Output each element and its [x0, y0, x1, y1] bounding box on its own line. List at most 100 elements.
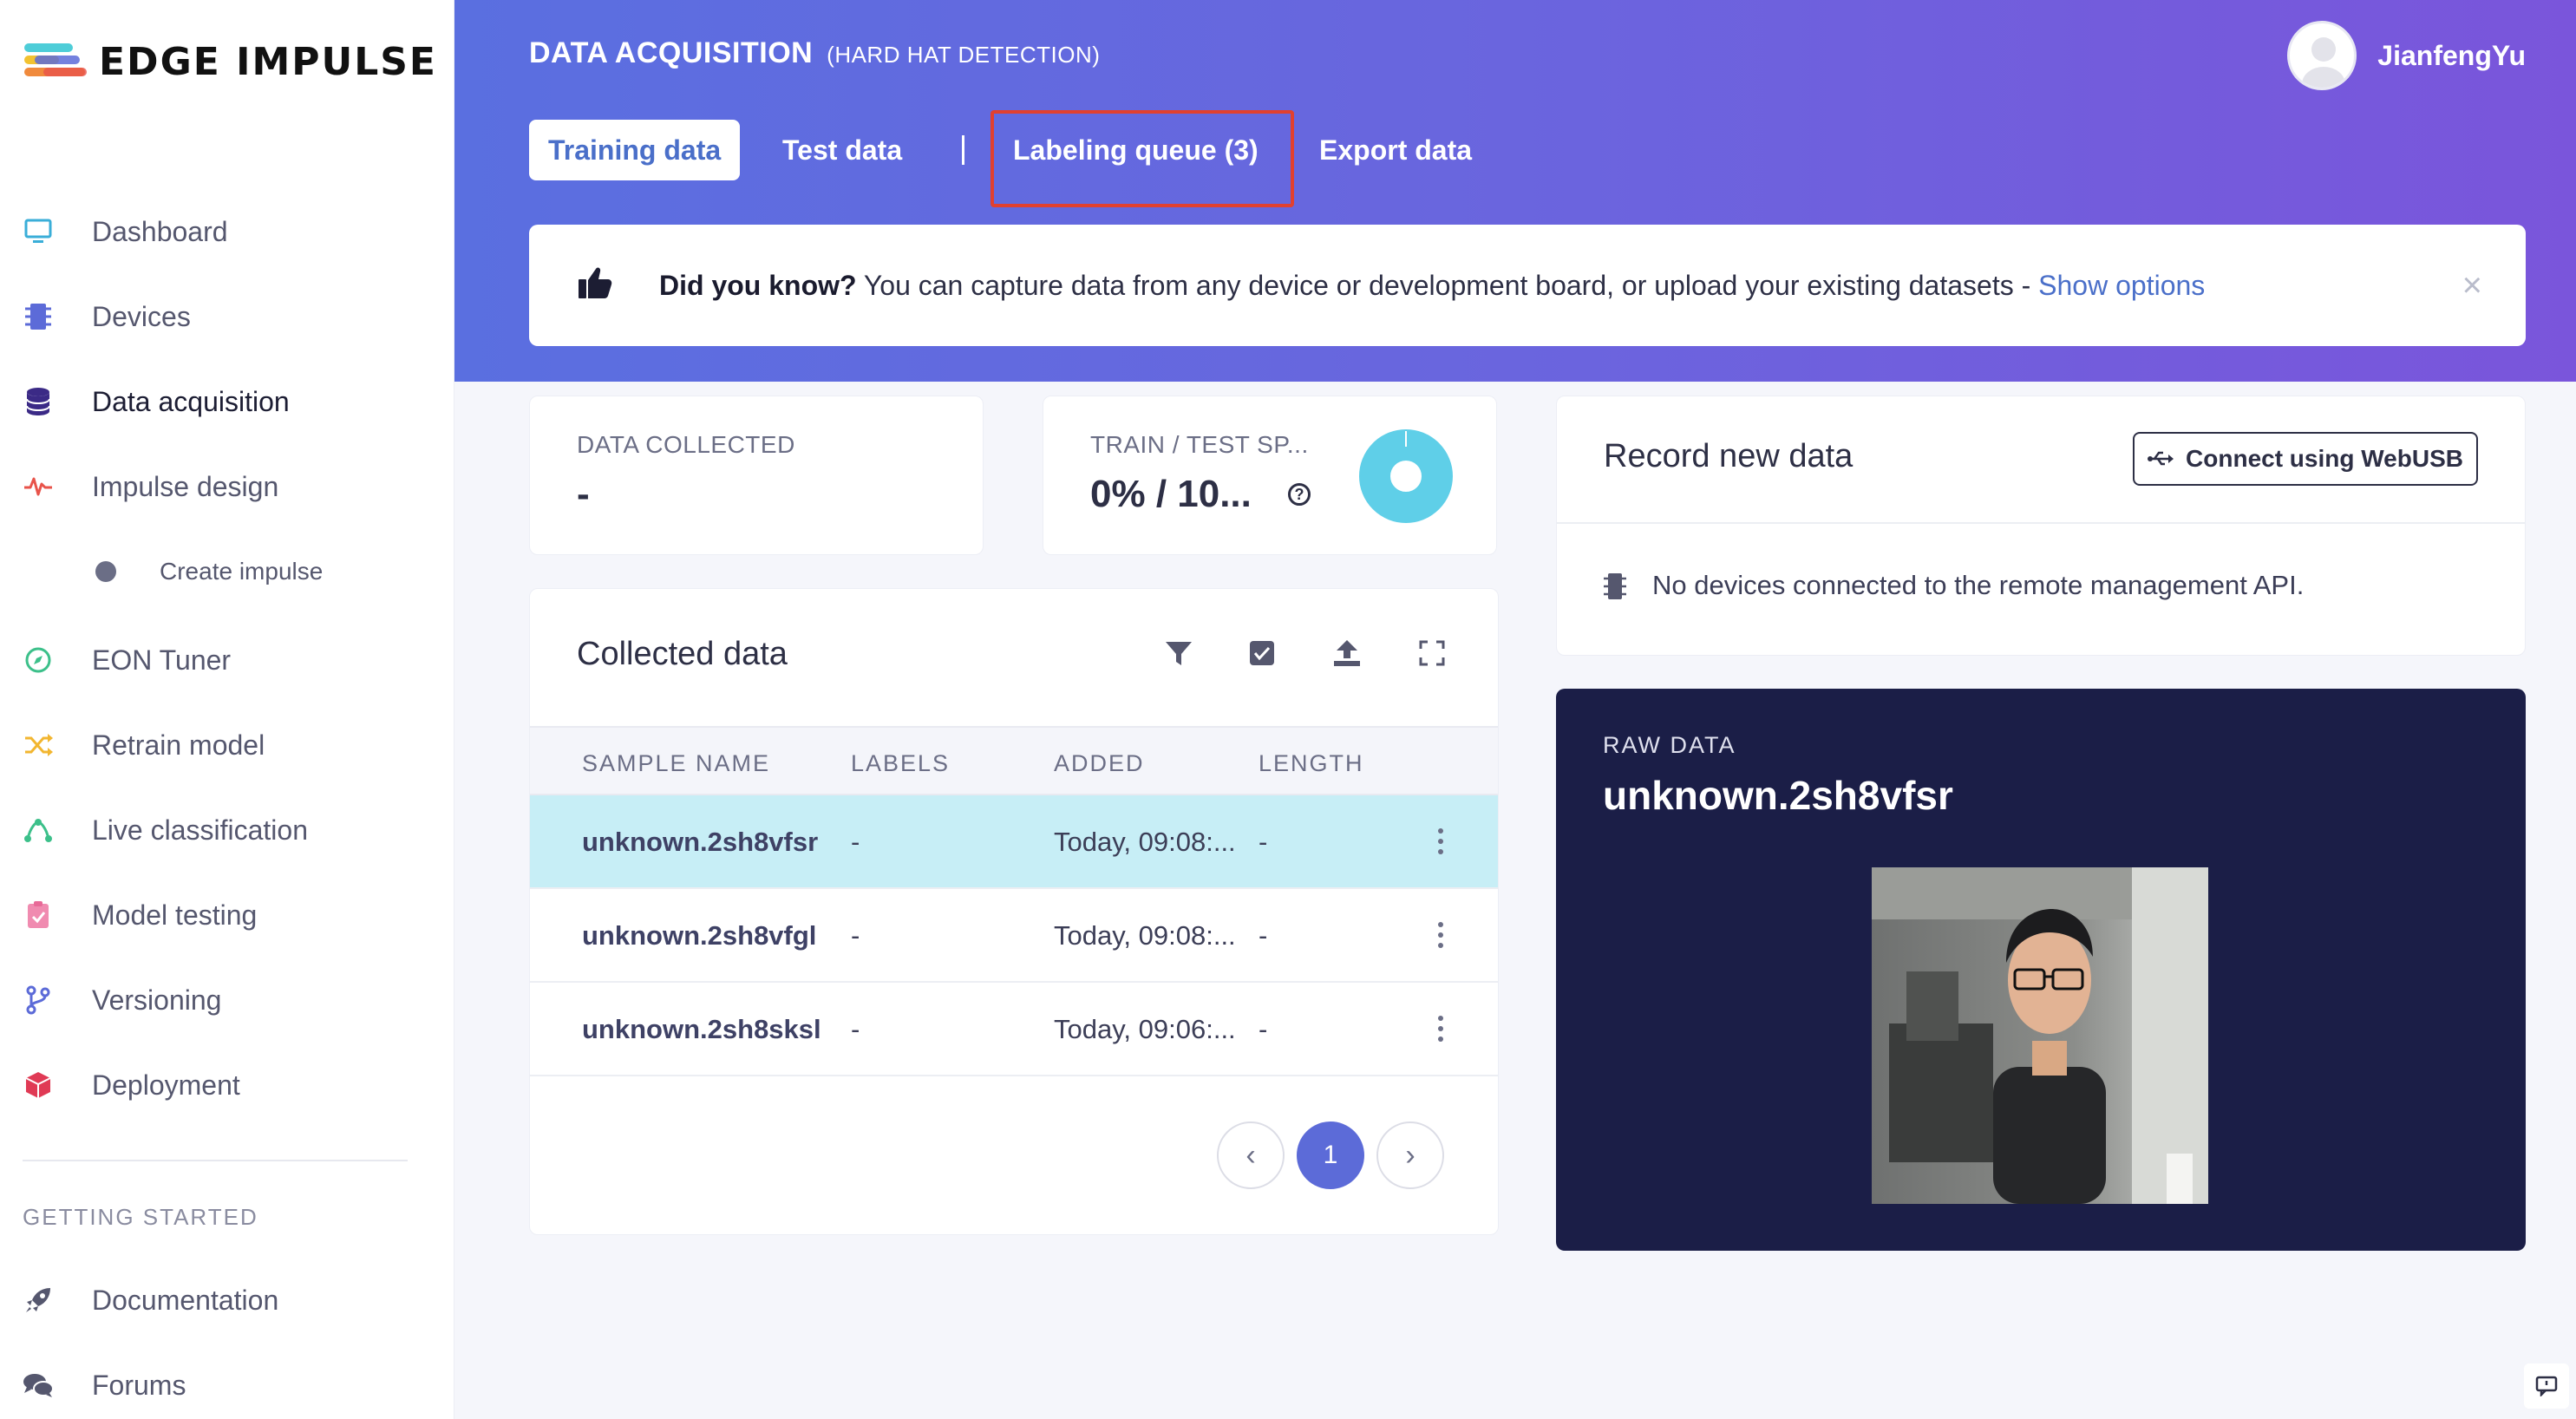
sidebar-item-label: Impulse design	[92, 470, 279, 502]
filter-icon[interactable]	[1163, 638, 1194, 669]
sample-name: unknown.2sh8sksl	[582, 1014, 821, 1044]
close-icon[interactable]: ×	[2462, 266, 2482, 305]
tip-bold: Did you know?	[659, 269, 857, 301]
collected-data-card: Collected data SAMPLE NAME LABELS ADDED …	[529, 588, 1499, 1235]
raw-data-panel: RAW DATA unknown.2sh8vfsr	[1556, 689, 2526, 1251]
dot-icon	[90, 556, 121, 587]
sidebar-item-eon-tuner[interactable]: EON Tuner	[0, 630, 454, 690]
data-collected-label: DATA COLLECTED	[577, 431, 795, 458]
box-icon	[23, 1069, 54, 1101]
data-collected-value: -	[577, 473, 590, 515]
more-options-icon[interactable]	[1437, 1016, 1444, 1042]
user-menu[interactable]: JianfengYu	[2287, 21, 2526, 90]
chat-bubbles-icon	[23, 1370, 54, 1401]
sidebar-item-label: Live classification	[92, 814, 308, 846]
collected-data-title: Collected data	[577, 636, 788, 672]
database-icon	[23, 386, 54, 417]
sidebar-item-label: Versioning	[92, 984, 222, 1016]
sidebar-item-label: Retrain model	[92, 729, 265, 761]
rocket-icon	[23, 1285, 54, 1316]
sidebar: EDGE IMPULSE Dashboard Devices Data acqu…	[0, 0, 454, 1419]
feedback-chat-icon[interactable]	[2524, 1363, 2569, 1409]
sample-length: -	[1259, 920, 1268, 951]
column-length[interactable]: LENGTH	[1259, 750, 1364, 777]
data-collected-card: DATA COLLECTED -	[529, 396, 984, 555]
connect-webusb-button[interactable]: Connect using WebUSB	[2133, 432, 2478, 486]
show-options-link[interactable]: Show options	[2038, 270, 2205, 301]
record-divider	[1557, 522, 2525, 524]
table-header: SAMPLE NAME LABELS ADDED LENGTH	[530, 726, 1498, 795]
did-you-know-banner: Did you know? You can capture data from …	[529, 225, 2526, 346]
train-test-split-value: 0% / 10...	[1090, 473, 1252, 515]
sidebar-item-forums[interactable]: Forums	[0, 1355, 454, 1416]
tab-training-data[interactable]: Training data	[529, 120, 741, 180]
no-devices-message: No devices connected to the remote manag…	[1652, 570, 2305, 600]
column-sample-name[interactable]: SAMPLE NAME	[582, 750, 770, 777]
sample-name: unknown.2sh8vfgl	[582, 920, 817, 951]
more-options-icon[interactable]	[1437, 922, 1444, 948]
sidebar-item-model-testing[interactable]: Model testing	[0, 885, 454, 945]
pager-page-1[interactable]: 1	[1297, 1121, 1364, 1189]
more-options-icon[interactable]	[1437, 828, 1444, 854]
section-title-getting-started: GETTING STARTED	[23, 1204, 258, 1230]
help-icon[interactable]: ?	[1288, 483, 1311, 506]
split-donut-chart	[1359, 429, 1453, 523]
sample-labels: -	[851, 920, 860, 951]
sample-labels: -	[851, 1014, 860, 1044]
sidebar-item-label: EON Tuner	[92, 644, 232, 676]
pager-prev-button[interactable]: ‹	[1217, 1121, 1285, 1189]
device-chip-icon	[1604, 572, 1626, 605]
sample-length: -	[1259, 1014, 1268, 1044]
labeling-queue-highlight	[991, 110, 1294, 207]
sidebar-item-retrain-model[interactable]: Retrain model	[0, 715, 454, 775]
page-title-text: DATA ACQUISITION	[529, 36, 814, 69]
thumbs-up-icon	[578, 266, 612, 304]
column-labels[interactable]: LABELS	[851, 750, 950, 777]
pulse-icon	[23, 471, 54, 502]
tip-body: You can capture data from any device or …	[856, 269, 2039, 301]
sidebar-item-live-classification[interactable]: Live classification	[0, 800, 454, 860]
raw-data-sample-name: unknown.2sh8vfsr	[1603, 773, 1953, 818]
sidebar-item-impulse-design[interactable]: Impulse design	[0, 456, 454, 517]
project-name: (HARD HAT DETECTION)	[827, 42, 1101, 68]
sidebar-item-dashboard[interactable]: Dashboard	[0, 201, 454, 262]
tab-test-data[interactable]: Test data	[782, 120, 902, 180]
sidebar-item-create-impulse[interactable]: Create impulse	[0, 541, 454, 602]
branch-icon	[23, 984, 54, 1016]
column-added[interactable]: ADDED	[1054, 750, 1145, 777]
connect-webusb-label: Connect using WebUSB	[2186, 445, 2463, 472]
expand-icon[interactable]	[1416, 638, 1448, 669]
raw-data-label: RAW DATA	[1603, 732, 1736, 758]
sidebar-item-label: Create impulse	[160, 558, 324, 585]
clipboard-check-icon	[23, 899, 54, 931]
edge-impulse-logo[interactable]: EDGE IMPULSE	[24, 38, 437, 85]
page-title: DATA ACQUISITION (HARD HAT DETECTION)	[529, 36, 1100, 70]
sidebar-item-label: Deployment	[92, 1069, 240, 1101]
avatar	[2287, 21, 2357, 90]
select-checkbox-icon[interactable]	[1246, 638, 1278, 669]
table-row[interactable]: unknown.2sh8vfsr - Today, 09:08:... -	[530, 795, 1498, 889]
sidebar-item-documentation[interactable]: Documentation	[0, 1270, 454, 1331]
sidebar-item-data-acquisition[interactable]: Data acquisition	[0, 371, 454, 432]
sidebar-item-versioning[interactable]: Versioning	[0, 970, 454, 1030]
sidebar-item-label: Devices	[92, 300, 191, 332]
sidebar-item-devices[interactable]: Devices	[0, 286, 454, 347]
pager-next-button[interactable]: ›	[1376, 1121, 1444, 1189]
train-test-split-label: TRAIN / TEST SP...	[1090, 431, 1309, 458]
table-row[interactable]: unknown.2sh8vfgl - Today, 09:08:... -	[530, 889, 1498, 983]
sidebar-item-deployment[interactable]: Deployment	[0, 1055, 454, 1115]
sample-added: Today, 09:06:...	[1054, 1014, 1236, 1044]
tip-text: Did you know? You can capture data from …	[659, 270, 2205, 302]
table-row[interactable]: unknown.2sh8sksl - Today, 09:06:... -	[530, 983, 1498, 1076]
record-new-data-title: Record new data	[1604, 438, 1854, 474]
sample-name: unknown.2sh8vfsr	[582, 827, 819, 857]
sample-labels: -	[851, 827, 860, 857]
upload-icon[interactable]	[1331, 638, 1363, 669]
tab-export-data[interactable]: Export data	[1319, 120, 1472, 180]
sidebar-item-label: Documentation	[92, 1284, 279, 1316]
sample-image	[1872, 867, 2208, 1204]
sidebar-divider	[23, 1160, 408, 1161]
sidebar-item-label: Model testing	[92, 899, 258, 931]
brand-name: EDGE IMPULSE	[99, 39, 437, 84]
sidebar-item-label: Dashboard	[92, 215, 228, 247]
